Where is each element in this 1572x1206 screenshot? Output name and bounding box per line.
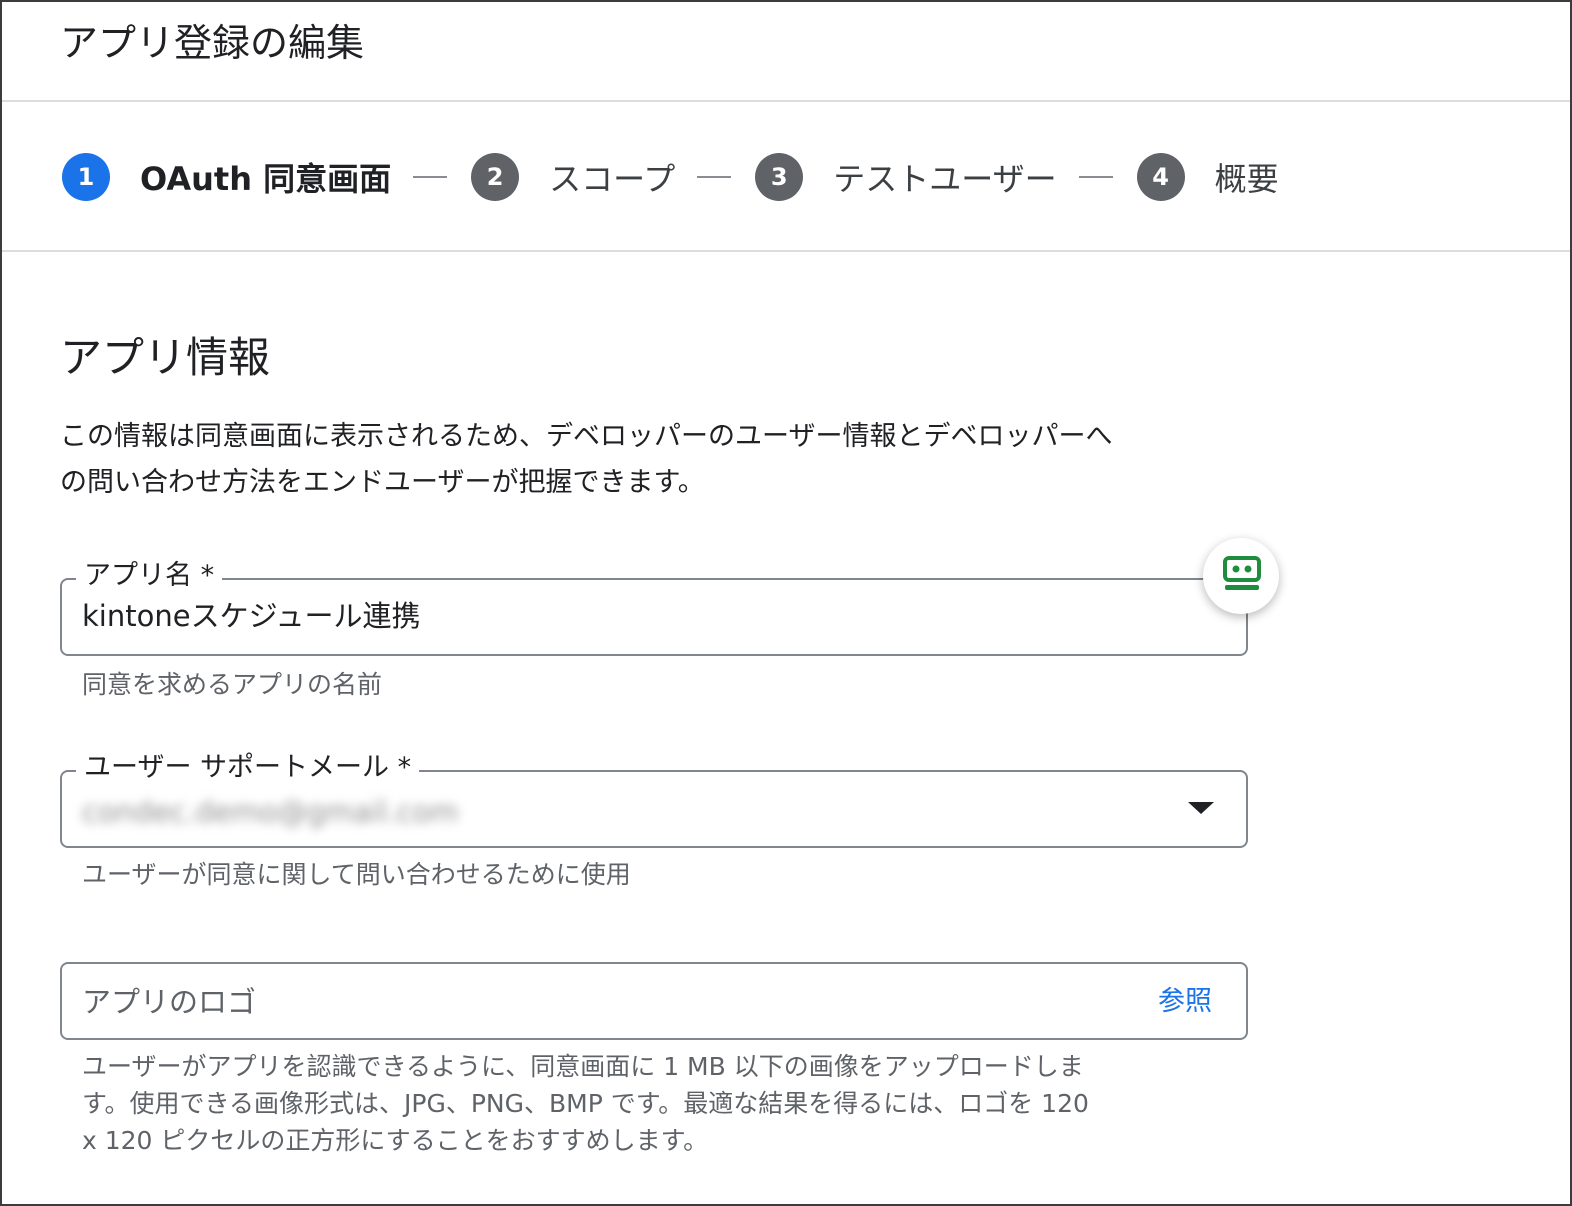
step-3-label[interactable]: テストユーザー bbox=[833, 154, 1056, 200]
app-logo-placeholder: アプリのロゴ bbox=[82, 985, 257, 1019]
app-name-input[interactable]: kintoneスケジュール連携 bbox=[82, 596, 421, 636]
stepper-divider bbox=[2, 250, 1570, 252]
section-description: この情報は同意画面に表示されるため、デベロッパーのユーザー情報とデベロッパーへ … bbox=[60, 414, 1260, 506]
description-line-1: この情報は同意画面に表示されるため、デベロッパーのユーザー情報とデベロッパーへ bbox=[60, 421, 1113, 452]
step-separator bbox=[697, 176, 732, 178]
app-logo-helper-line-3: x 120 ピクセルの正方形にすることをおすすめします。 bbox=[82, 1126, 709, 1155]
step-2-number: 2 bbox=[471, 153, 520, 201]
step-3-number: 3 bbox=[755, 153, 804, 201]
support-email-helper: ユーザーが同意に関して問い合わせるために使用 bbox=[82, 860, 631, 889]
stepper: 1 OAuth 同意画面 2 スコープ 3 テストユーザー 4 概要 bbox=[62, 152, 1279, 202]
support-email-value[interactable]: condec.demo@gmail.com bbox=[82, 792, 458, 832]
dropdown-arrow-icon[interactable] bbox=[1188, 802, 1214, 814]
header-divider bbox=[2, 100, 1570, 102]
app-registration-page: アプリ登録の編集 1 OAuth 同意画面 2 スコープ 3 テストユーザー 4… bbox=[0, 0, 1572, 1206]
app-name-helper: 同意を求めるアプリの名前 bbox=[82, 670, 383, 699]
password-manager-badge[interactable] bbox=[1203, 538, 1279, 614]
app-logo-helper-line-2: す。使用できる画像形式は、JPG、PNG、BMP です。最適な結果を得るには、ロ… bbox=[82, 1089, 1089, 1118]
step-separator bbox=[1078, 176, 1113, 178]
password-manager-icon bbox=[1223, 556, 1261, 590]
page-title: アプリ登録の編集 bbox=[60, 21, 365, 65]
app-name-label: アプリ名 * bbox=[76, 558, 223, 594]
section-title: アプリ情報 bbox=[60, 333, 271, 382]
support-email-label: ユーザー サポートメール * bbox=[76, 750, 420, 786]
step-2-label[interactable]: スコープ bbox=[549, 154, 675, 200]
browse-button[interactable]: 参照 bbox=[1158, 984, 1212, 1020]
description-line-2: の問い合わせ方法をエンドユーザーが把握できます。 bbox=[60, 467, 705, 498]
app-logo-helper: ユーザーがアプリを認識できるように、同意画面に 1 MB 以下の画像をアップロー… bbox=[82, 1048, 1212, 1159]
app-logo-helper-line-1: ユーザーがアプリを認識できるように、同意画面に 1 MB 以下の画像をアップロー… bbox=[82, 1052, 1084, 1081]
step-4-number: 4 bbox=[1136, 153, 1185, 201]
step-separator bbox=[413, 176, 448, 178]
step-4-label[interactable]: 概要 bbox=[1215, 154, 1279, 200]
support-email-select[interactable]: ユーザー サポートメール * condec.demo@gmail.com bbox=[60, 750, 1248, 848]
step-1-number: 1 bbox=[62, 153, 110, 201]
app-logo-field[interactable]: アプリのロゴ 参照 bbox=[60, 962, 1248, 1040]
app-name-field[interactable]: アプリ名 * kintoneスケジュール連携 bbox=[60, 558, 1248, 656]
step-1-label[interactable]: OAuth 同意画面 bbox=[140, 154, 391, 200]
